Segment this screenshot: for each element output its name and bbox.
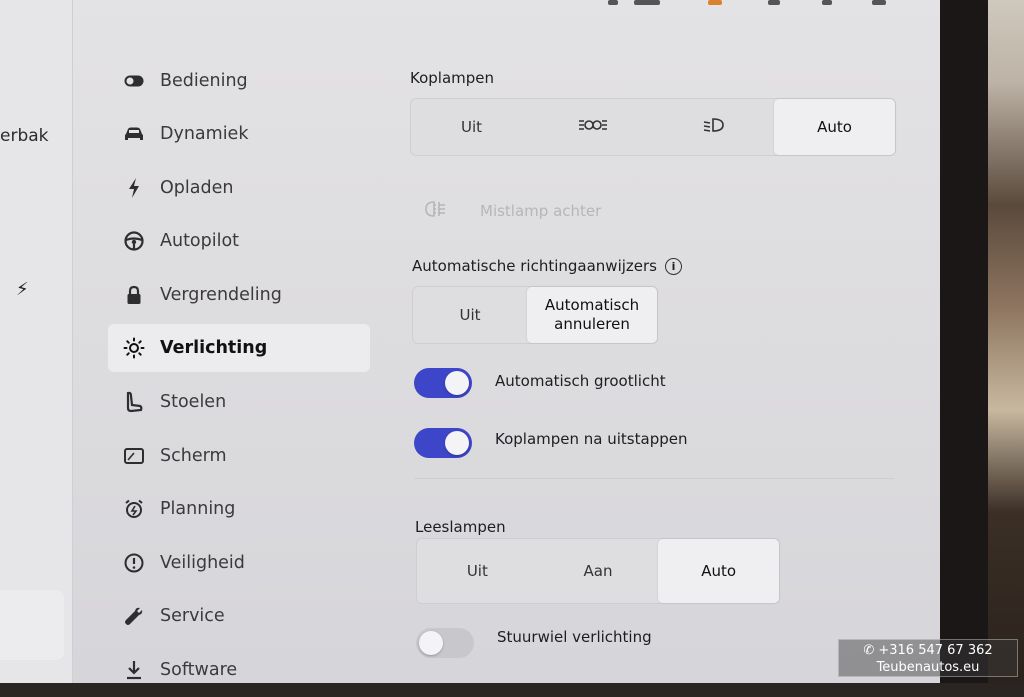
alarm-clock-icon: [120, 499, 148, 519]
divider: [414, 478, 894, 479]
koplampen-selector: Uit Auto: [410, 98, 896, 156]
seat-icon: [120, 391, 148, 413]
richting-title-text: Automatische richtingaanwijzers: [412, 257, 657, 275]
nav-label: Dynamiek: [160, 124, 249, 145]
nav-item-stoelen[interactable]: Stoelen: [108, 376, 370, 430]
stuurwiel-verlichting-label: Stuurwiel verlichting: [497, 628, 652, 646]
settings-nav: Bediening Dynamiek Opladen Autopilot Ver…: [108, 54, 370, 697]
info-icon[interactable]: i: [665, 258, 682, 275]
koplampen-option-auto[interactable]: Auto: [774, 99, 895, 155]
watermark-site: Teubenautos.eu: [876, 660, 980, 675]
richting-option-uit[interactable]: Uit: [413, 287, 527, 343]
dealer-watermark: ✆ +316 547 67 362 Teubenautos.eu: [838, 639, 1018, 677]
watermark-phone: ✆ +316 547 67 362: [863, 643, 993, 658]
leeslampen-option-aan[interactable]: Aan: [538, 539, 659, 603]
mistlamp-label: Mistlamp achter: [480, 202, 602, 220]
bolt-icon: [120, 177, 148, 198]
leeslampen-option-auto[interactable]: Auto: [658, 539, 780, 603]
nav-label: Software: [160, 659, 238, 680]
low-beam-icon: [703, 117, 725, 138]
nav-item-dynamiek[interactable]: Dynamiek: [108, 108, 370, 162]
nav-label: Stoelen: [160, 392, 227, 413]
nav-label: Scherm: [160, 445, 227, 466]
richting-option-automatisch-annuleren[interactable]: Automatisch annuleren: [527, 287, 657, 343]
stuurwiel-verlichting-toggle[interactable]: [416, 628, 474, 658]
nav-item-verlichting[interactable]: Verlichting: [108, 323, 370, 372]
automatisch-grootlicht-toggle[interactable]: [414, 368, 472, 398]
koplampen-na-uitstappen-toggle[interactable]: [414, 428, 472, 458]
nav-label: Planning: [160, 499, 236, 520]
koplampen-na-uitstappen-label: Koplampen na uitstappen: [495, 430, 688, 448]
nav-item-service[interactable]: Service: [108, 590, 370, 644]
lock-icon: [120, 285, 148, 305]
nav-label: Autopilot: [160, 231, 240, 252]
car-interior-background: [988, 0, 1024, 683]
light-bulb-icon: [120, 337, 148, 359]
nav-label: Veiligheid: [160, 552, 245, 573]
koplampen-option-uit[interactable]: Uit: [411, 99, 532, 155]
left-card[interactable]: [0, 590, 64, 660]
leeslampen-title: Leeslampen: [415, 518, 506, 536]
mistlamp-row[interactable]: Mistlamp achter: [424, 200, 601, 222]
nav-item-veiligheid[interactable]: Veiligheid: [108, 536, 370, 590]
nav-item-autopilot[interactable]: Autopilot: [108, 215, 370, 269]
nav-label: Bediening: [160, 70, 248, 91]
screen-icon: [120, 447, 148, 464]
nav-label: Verlichting: [160, 337, 268, 358]
bolt-icon: ⚡: [16, 279, 29, 300]
nav-label: Opladen: [160, 177, 234, 198]
screen-bezel: [940, 0, 988, 683]
car-icon: [120, 126, 148, 142]
wrench-icon: [120, 606, 148, 626]
settings-screen: erbak ⚡ Bediening Dynamiek Opladen Autop…: [0, 0, 940, 683]
richting-title: Automatische richtingaanwijzers i: [412, 257, 682, 275]
koplampen-title: Koplampen: [410, 69, 495, 87]
nav-item-bediening[interactable]: Bediening: [108, 54, 370, 108]
leeslampen-selector: Uit Aan Auto: [416, 538, 780, 604]
partial-label: erbak: [0, 126, 49, 146]
steering-wheel-icon: [120, 231, 148, 251]
nav-label: Service: [160, 606, 225, 627]
download-icon: [120, 660, 148, 680]
parking-lights-icon: [578, 118, 608, 137]
nav-item-vergrendeling[interactable]: Vergrendeling: [108, 268, 370, 322]
nav-label: Vergrendeling: [160, 284, 282, 305]
toggle-icon: [120, 75, 148, 87]
automatisch-grootlicht-label: Automatisch grootlicht: [495, 372, 666, 390]
left-side-panel: erbak ⚡: [0, 0, 73, 683]
richting-selector: Uit Automatisch annuleren: [412, 286, 658, 344]
nav-item-scherm[interactable]: Scherm: [108, 429, 370, 483]
nav-item-opladen[interactable]: Opladen: [108, 161, 370, 215]
alert-circle-icon: [120, 553, 148, 573]
koplampen-option-parking-lights[interactable]: [532, 99, 653, 155]
fog-light-icon: [424, 200, 446, 222]
lighting-settings: Koplampen Uit Auto Mistlamp achter Autom: [410, 0, 900, 683]
koplampen-option-low-beam[interactable]: [653, 99, 774, 155]
nav-item-planning[interactable]: Planning: [108, 483, 370, 537]
nav-item-software[interactable]: Software: [108, 643, 370, 697]
leeslampen-option-uit[interactable]: Uit: [417, 539, 538, 603]
